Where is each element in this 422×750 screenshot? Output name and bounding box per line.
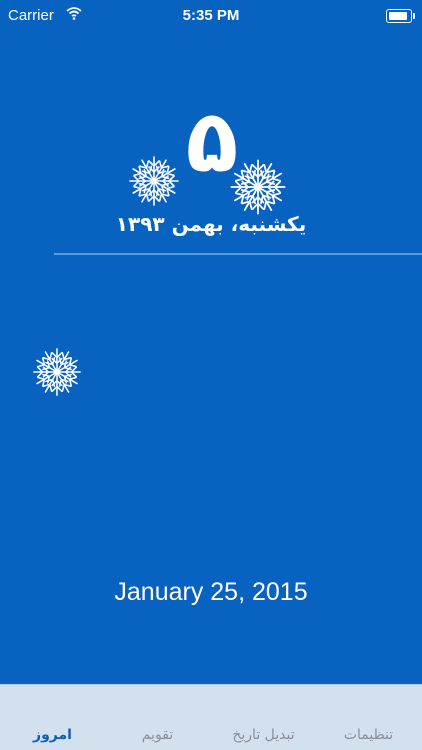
divider: [54, 253, 422, 255]
persian-date: یکشنبه، بهمن ۱۳۹۳: [115, 212, 307, 236]
tab-date-converter[interactable]: تبدیل تاریخ: [211, 727, 316, 743]
tab-settings-label: تنظیمات: [343, 727, 394, 743]
status-bar: Carrier 5:35 PM: [0, 0, 422, 32]
tab-date-converter-label: تبدیل تاریخ: [232, 727, 295, 743]
tab-bar: امروز تقویم تبدیل تاریخ تنظیمات: [0, 684, 422, 750]
tab-calendar-label: تقویم: [141, 727, 174, 743]
battery-icon: [386, 9, 415, 23]
tab-settings[interactable]: تنظیمات: [316, 727, 421, 743]
gregorian-date: January 25, 2015: [114, 578, 308, 606]
tab-calendar[interactable]: تقویم: [105, 727, 210, 743]
snowflake-icon: [31, 346, 83, 398]
persian-day-number: ۵: [185, 92, 239, 192]
tab-today-label: امروز: [33, 727, 72, 743]
battery-fill: [389, 12, 407, 20]
status-time: 5:35 PM: [182, 7, 240, 24]
tab-today[interactable]: امروز: [0, 727, 105, 743]
